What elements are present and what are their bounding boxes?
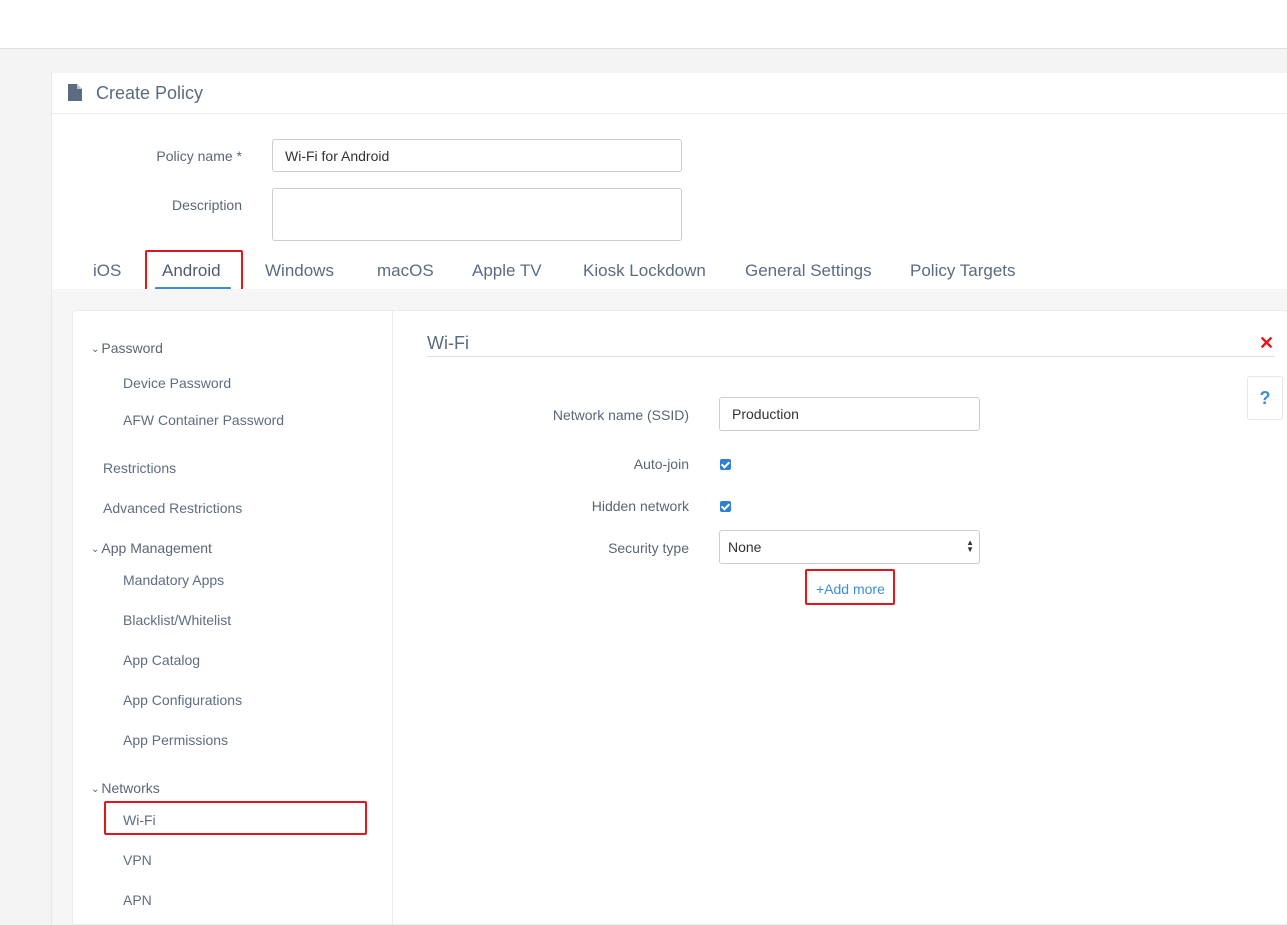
sidebar-item-mandatory-apps[interactable]: Mandatory Apps — [123, 572, 224, 588]
security-type-value: None — [728, 539, 762, 555]
auto-join-checkbox[interactable] — [720, 459, 731, 470]
sidebar-group-label: App Management — [101, 540, 212, 556]
sidebar-item-blacklist-whitelist[interactable]: Blacklist/Whitelist — [123, 612, 231, 628]
tab-kiosk-lockdown[interactable]: Kiosk Lockdown — [583, 261, 706, 281]
policy-name-label: Policy name * — [156, 148, 242, 164]
hidden-network-checkbox[interactable] — [720, 501, 731, 512]
auto-join-label: Auto-join — [633, 456, 689, 472]
tab-ios[interactable]: iOS — [93, 261, 121, 281]
chevron-down-icon: ⌄ — [91, 784, 100, 795]
description-label: Description — [171, 197, 242, 213]
security-type-select[interactable]: None ▲ ▼ — [719, 530, 980, 564]
page-title: Create Policy — [96, 83, 204, 103]
sidebar-item-app-permissions[interactable]: App Permissions — [123, 732, 228, 748]
chevron-down-icon: ⌄ — [91, 544, 100, 555]
sidebar-group-label: Networks — [101, 780, 160, 796]
sidebar-item-vpn[interactable]: VPN — [123, 852, 152, 868]
section-divider — [427, 356, 1275, 357]
ssid-input[interactable] — [719, 397, 980, 431]
policy-settings-card: ⌄ Password Device Password AFW Container … — [72, 310, 1287, 925]
description-textarea[interactable] — [272, 188, 682, 241]
tab-apple-tv[interactable]: Apple TV — [472, 261, 542, 281]
sidebar-item-app-catalog[interactable]: App Catalog — [123, 652, 200, 668]
chevron-down-icon: ⌄ — [91, 344, 100, 355]
tab-policy-targets[interactable]: Policy Targets — [910, 261, 1016, 281]
sidebar-item-afw-container-password[interactable]: AFW Container Password — [123, 412, 284, 428]
wifi-item-highlight — [104, 801, 367, 835]
section-title: Wi-Fi — [427, 333, 469, 353]
settings-sidebar: ⌄ Password Device Password AFW Container … — [73, 311, 393, 924]
sidebar-item-app-configurations[interactable]: App Configurations — [123, 692, 242, 708]
ssid-label: Network name (SSID) — [552, 407, 689, 423]
sidebar-group-password[interactable]: ⌄ Password — [91, 340, 163, 356]
tab-general-settings[interactable]: General Settings — [745, 261, 872, 281]
policy-name-input[interactable] — [272, 139, 682, 172]
wifi-settings-content: Wi-Fi ✕ ? Network name (SSID) Auto-join … — [427, 311, 1287, 924]
sidebar-item-advanced-restrictions[interactable]: Advanced Restrictions — [103, 500, 242, 516]
sidebar-group-networks[interactable]: ⌄ Networks — [91, 780, 160, 796]
sidebar-group-app-management[interactable]: ⌄ App Management — [91, 540, 212, 556]
sidebar-item-device-password[interactable]: Device Password — [123, 375, 231, 391]
add-more-highlight — [805, 569, 895, 605]
sidebar-item-apn[interactable]: APN — [123, 892, 152, 908]
security-type-label: Security type — [608, 540, 689, 556]
panel-header: Create Policy — [52, 73, 1287, 114]
tab-windows[interactable]: Windows — [265, 261, 334, 281]
close-icon[interactable]: ✕ — [1259, 333, 1274, 354]
top-bar — [0, 0, 1287, 49]
sidebar-item-restrictions[interactable]: Restrictions — [103, 460, 176, 476]
select-arrows-icon: ▲ ▼ — [966, 538, 974, 554]
create-policy-panel: Create Policy Policy name * Description … — [51, 73, 1287, 925]
sidebar-group-label: Password — [101, 340, 163, 356]
hidden-network-label: Hidden network — [591, 498, 689, 514]
help-button[interactable]: ? — [1247, 376, 1283, 420]
document-icon — [68, 84, 82, 101]
tab-macos[interactable]: macOS — [377, 261, 434, 281]
